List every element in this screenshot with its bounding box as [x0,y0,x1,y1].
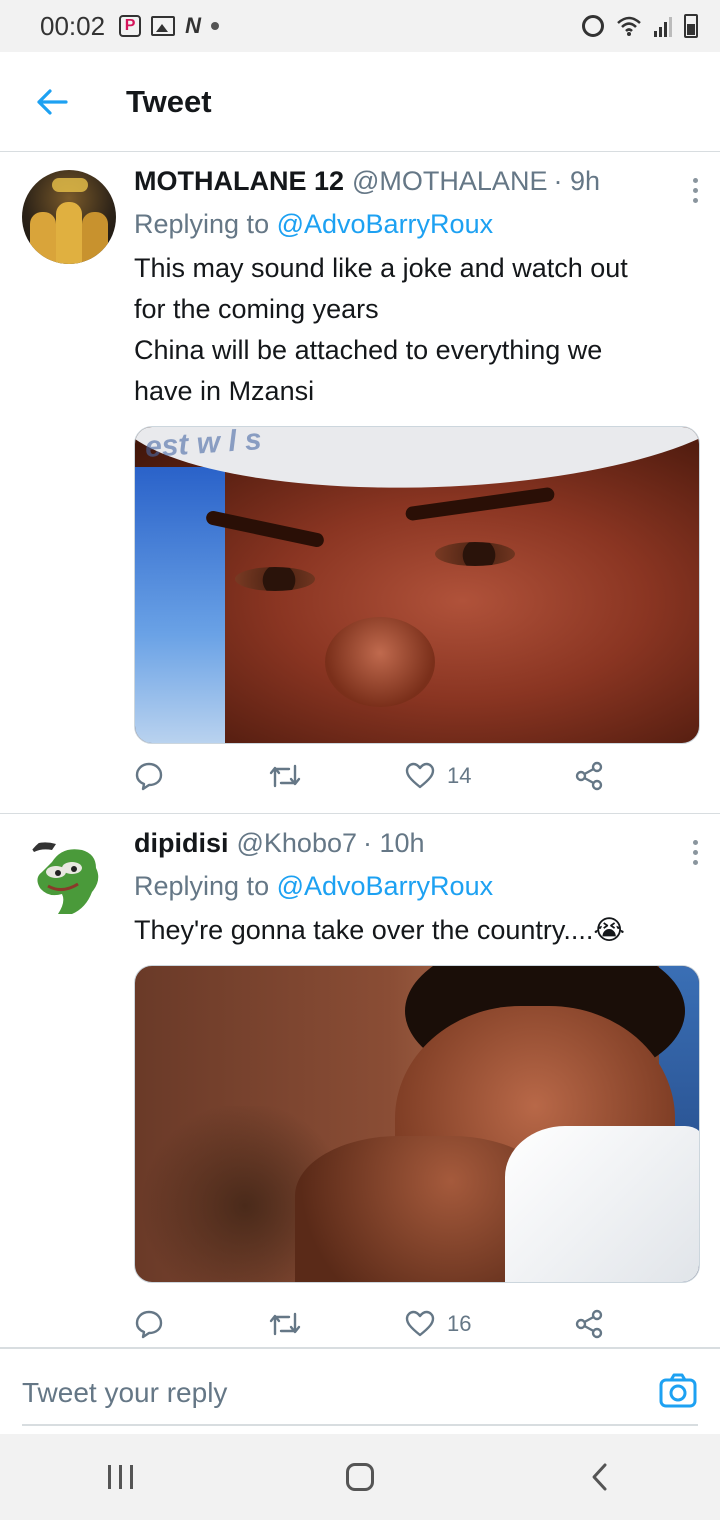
share-button[interactable] [574,1304,604,1344]
home-button[interactable] [315,1447,405,1507]
wifi-icon [617,16,641,36]
like-button[interactable]: 16 [405,1304,471,1344]
status-bar: 00:02 P N [0,0,720,52]
tweet-text: They're gonna take over the country....😭 [134,910,700,951]
like-count: 14 [447,763,472,788]
tweet-text-content: They're gonna take over the country.... [134,915,594,945]
tweet-actions: 14 [134,756,604,796]
avatar[interactable] [22,170,116,264]
tweet-text-line: China will be attached to everything we [134,335,603,365]
heart-icon [405,1310,435,1337]
tweet[interactable]: dipidisi @Khobo7 · 10h Replying to @Advo… [0,814,720,1348]
like-count: 16 [447,1311,472,1336]
back-button[interactable] [22,72,82,132]
tweet-time: · 9h [553,166,600,196]
tweet-body: dipidisi @Khobo7 · 10h Replying to @Advo… [134,828,700,1283]
camera-icon [659,1373,697,1408]
replying-to: Replying to @AdvoBarryRoux [134,871,700,902]
nav-back-button[interactable] [555,1447,645,1507]
avatar[interactable] [22,832,116,926]
share-icon [575,1309,603,1339]
back-icon [592,1463,607,1491]
tweet-header: MOTHALANE 12 @MOTHALANE · 9h [134,166,700,197]
like-button[interactable]: 14 [405,756,471,796]
tweet-actions: 16 [134,1304,604,1344]
retweet-icon [269,1312,300,1336]
alarm-icon [582,15,604,37]
reply-icon [135,1310,163,1339]
app-bar: Tweet [0,52,720,152]
replying-to-link[interactable]: @AdvoBarryRoux [277,209,494,239]
tweet-text-line: They're gonna take over the country....😭 [134,910,700,951]
system-icons [582,14,698,38]
crying-face-emoji: 😭 [593,915,625,945]
retweet-button[interactable] [267,1304,303,1344]
share-icon [575,761,603,791]
replying-prefix: Replying to [134,209,277,239]
system-nav-bar [0,1434,720,1520]
page-title: Tweet [126,83,212,119]
notification-icons: P N [119,13,219,39]
tweet[interactable]: MOTHALANE 12 @MOTHALANE · 9h Replying to… [0,152,720,814]
reply-composer [0,1348,720,1434]
dot-icon [210,22,219,30]
tweet-text-line: for the coming years [134,294,379,324]
display-name[interactable]: MOTHALANE 12 [134,166,344,197]
reply-input[interactable] [22,1363,622,1423]
tweet-text: This may sound like a joke and watch out… [134,248,700,412]
n-app-icon: N [185,13,201,38]
reply-icon [135,762,163,791]
reply-button[interactable] [134,756,164,796]
tweet-text-line: This may sound like a joke and watch out [134,253,628,283]
tweet-photo[interactable] [134,965,700,1283]
reply-button[interactable] [134,1304,164,1344]
camera-button[interactable] [658,1371,698,1411]
share-button[interactable] [574,756,604,796]
recents-icon [107,1465,111,1489]
retweet-icon [269,764,300,788]
replying-to: Replying to @AdvoBarryRoux [134,209,700,240]
replying-to-link[interactable]: @AdvoBarryRoux [277,871,494,901]
more-options-button[interactable] [680,172,710,208]
tweet-text-line: have in Mzansi [134,376,315,406]
composer-underline [22,1424,698,1426]
more-options-button[interactable] [680,834,710,870]
heart-icon [405,762,435,789]
signal-icon [654,15,672,37]
home-icon [346,1463,374,1491]
tweet-time: · 10h [363,828,425,858]
arrow-left-icon [37,88,68,115]
gallery-icon [151,16,176,36]
pepe-avatar-image [30,842,99,914]
recents-button[interactable] [75,1447,165,1507]
status-time: 00:02 [40,10,106,41]
display-name[interactable]: dipidisi [134,828,229,859]
tweet-header: dipidisi @Khobo7 · 10h [134,828,700,859]
tweet-photo[interactable]: est w l s [134,426,700,744]
retweet-button[interactable] [267,756,303,796]
battery-icon [684,14,698,38]
user-handle[interactable]: @MOTHALANE [352,166,547,197]
p-app-icon: P [119,15,142,37]
tweet-body: MOTHALANE 12 @MOTHALANE · 9h Replying to… [134,166,700,744]
user-handle[interactable]: @Khobo7 [237,828,358,859]
replying-prefix: Replying to [134,871,277,901]
